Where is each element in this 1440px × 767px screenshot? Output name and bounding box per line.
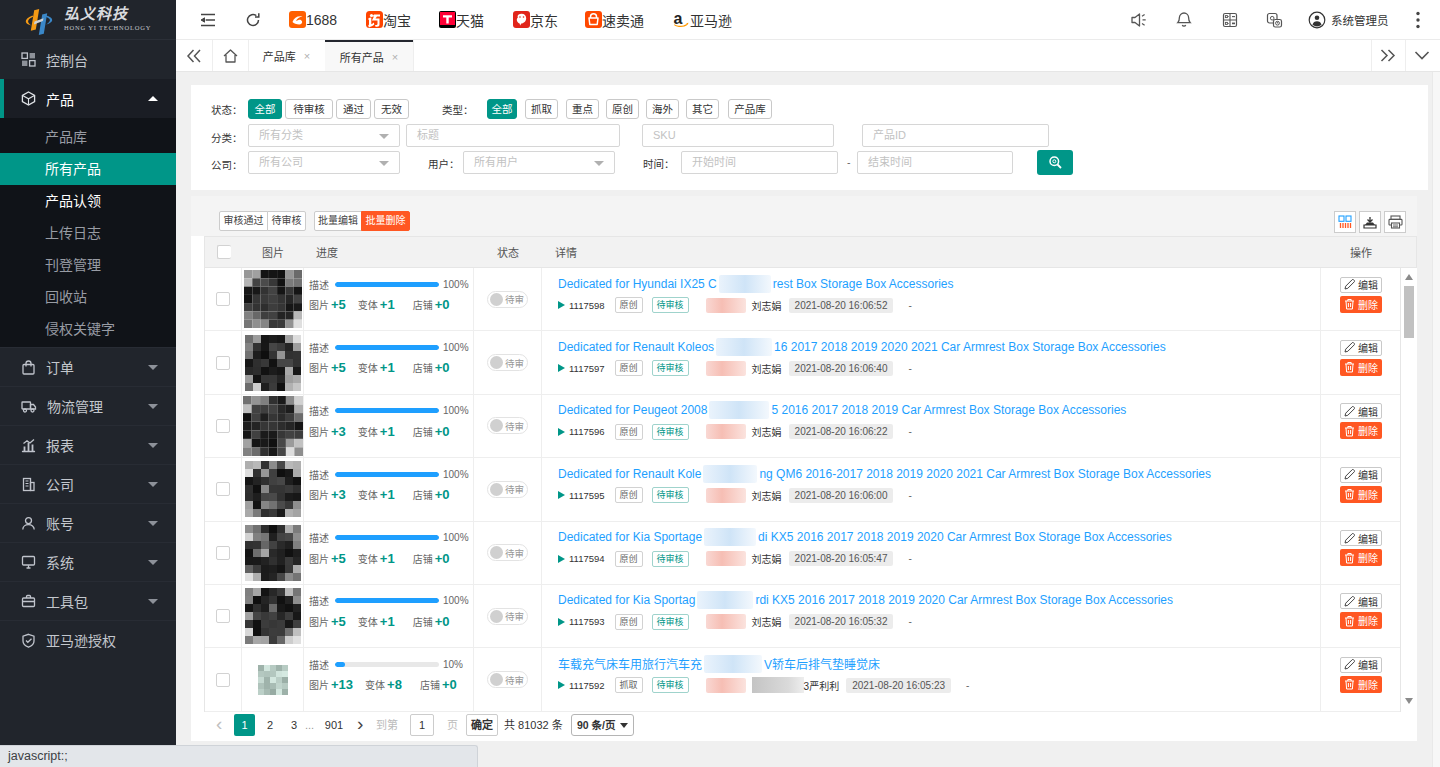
svg-text:a: a: [674, 11, 683, 27]
